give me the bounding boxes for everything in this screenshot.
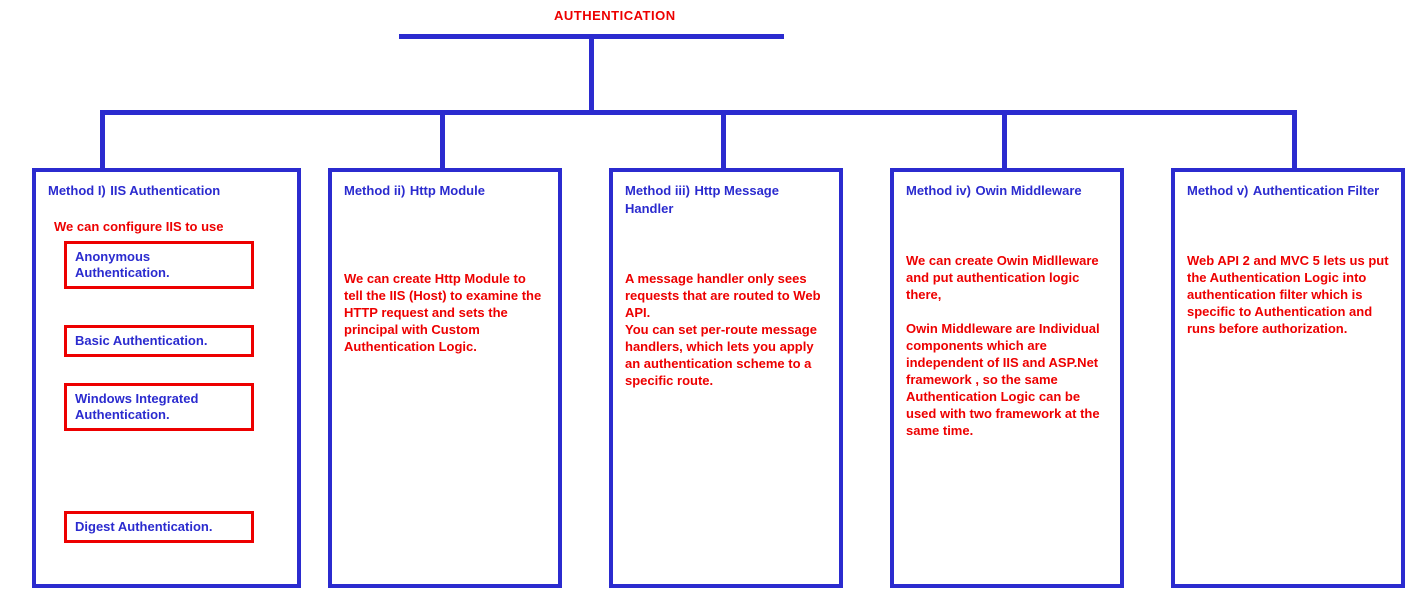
method-box-authentication-filter: Method v) Authentication Filter Web API … [1171, 168, 1405, 588]
method-box-iis-authentication: Method I) IIS Authentication We can conf… [32, 168, 301, 588]
method-label-2: Method ii) [344, 183, 405, 198]
connector-drop-4 [1002, 110, 1007, 170]
method-box-owin-middleware: Method iv) Owin Middleware We can create… [890, 168, 1124, 588]
connector-drop-5 [1292, 110, 1297, 170]
iis-options-list: Anonymous Authentication. Basic Authenti… [48, 241, 285, 543]
method-body-2: We can create Http Module to tell the II… [344, 270, 546, 355]
method-intro-1: We can configure IIS to use [54, 218, 285, 235]
method-name-5: Authentication Filter [1253, 183, 1379, 198]
method-name-2: Http Module [410, 183, 485, 198]
method-label-4: Method iv) [906, 183, 971, 198]
method-header-1: Method I) IIS Authentication [48, 182, 285, 200]
connector-distribution-bar [100, 110, 1297, 115]
method-box-http-message-handler: Method iii) Http Message Handler A messa… [609, 168, 843, 588]
method-name-1: IIS Authentication [110, 183, 220, 198]
connector-drop-3 [721, 110, 726, 170]
method-body-5: Web API 2 and MVC 5 lets us put the Auth… [1187, 252, 1389, 337]
method-header-3: Method iii) Http Message Handler [625, 182, 827, 218]
method-header-4: Method iv) Owin Middleware [906, 182, 1108, 200]
connector-stem [589, 34, 594, 114]
method-name-4: Owin Middleware [975, 183, 1081, 198]
diagram-title: AUTHENTICATION [554, 8, 676, 23]
diagram-stage: AUTHENTICATION Method I) IIS Authenticat… [0, 0, 1423, 599]
connector-drop-2 [440, 110, 445, 170]
connector-drop-1 [100, 110, 105, 170]
method-label-3: Method iii) [625, 183, 690, 198]
iis-option-digest: Digest Authentication. [64, 511, 254, 543]
method-label-1: Method I) [48, 183, 106, 198]
method-header-2: Method ii) Http Module [344, 182, 546, 200]
method-box-http-module: Method ii) Http Module We can create Htt… [328, 168, 562, 588]
method-body-4: We can create Owin Midlleware and put au… [906, 252, 1108, 439]
iis-option-anonymous: Anonymous Authentication. [64, 241, 254, 289]
method-body-3: A message handler only sees requests tha… [625, 270, 827, 389]
iis-option-windows: Windows Integrated Authentication. [64, 383, 254, 431]
method-header-5: Method v) Authentication Filter [1187, 182, 1389, 200]
iis-option-basic: Basic Authentication. [64, 325, 254, 357]
method-label-5: Method v) [1187, 183, 1248, 198]
